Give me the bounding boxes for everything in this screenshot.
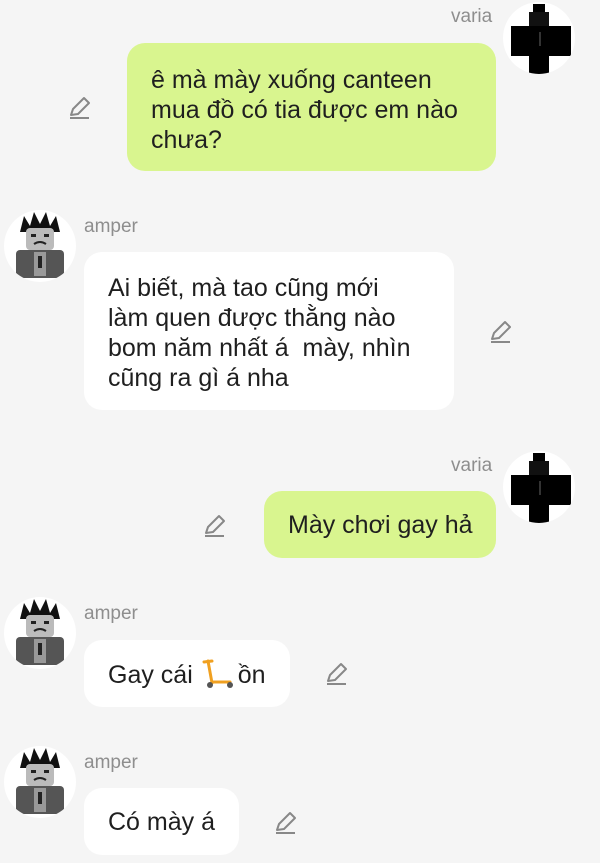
avatar[interactable] xyxy=(503,451,575,523)
sender-name: amper xyxy=(84,216,138,237)
avatar[interactable] xyxy=(503,2,575,74)
avatar-spiky-hair-figure-icon xyxy=(16,748,64,814)
message-text: Ai biết, mà tao cũng mới xyxy=(108,274,379,302)
message-text: bom năm nhất á mày, nhìn xyxy=(108,334,411,362)
pencil-edit-icon[interactable] xyxy=(324,661,350,687)
avatar[interactable] xyxy=(4,597,76,669)
sender-name: amper xyxy=(84,752,138,773)
message-text: ê mà mày xuống canteen xyxy=(151,66,432,94)
avatar-black-figure-icon xyxy=(511,4,571,74)
message-text: Gay cái xyxy=(108,661,200,689)
pencil-edit-icon[interactable] xyxy=(67,95,93,121)
pencil-edit-icon[interactable] xyxy=(273,810,299,836)
avatar-black-figure-icon xyxy=(511,453,571,523)
message-text: ồn xyxy=(237,661,266,689)
kick-scooter-emoji xyxy=(202,659,233,688)
sender-name: varia xyxy=(451,6,493,27)
message-bubble-outgoing[interactable]: ê mà mày xuống canteen mua đồ có tia đượ… xyxy=(127,43,496,171)
message-bubble-outgoing[interactable]: Mày chơi gay hả xyxy=(264,491,496,558)
message-text: Mày chơi gay hả xyxy=(288,511,473,539)
pencil-edit-icon[interactable] xyxy=(202,513,228,539)
message-text: cũng ra gì á nha xyxy=(108,364,289,392)
message-text: Có mày á xyxy=(108,808,215,836)
message-text: mua đồ có tia được em nào xyxy=(151,96,458,124)
message-bubble-incoming[interactable]: Có mày á xyxy=(84,788,239,855)
message-text: làm quen được thằng nào xyxy=(108,304,396,332)
sender-name: varia xyxy=(451,455,493,476)
message-bubble-incoming[interactable]: Gay cái ồn xyxy=(84,640,290,707)
message-bubble-incoming[interactable]: Ai biết, mà tao cũng mới làm quen được t… xyxy=(84,252,454,410)
avatar[interactable] xyxy=(4,746,76,818)
avatar-spiky-hair-figure-icon xyxy=(16,212,64,278)
message-text: chưa? xyxy=(151,126,222,154)
avatar-spiky-hair-figure-icon xyxy=(16,599,64,665)
sender-name: amper xyxy=(84,603,138,624)
avatar[interactable] xyxy=(4,210,76,282)
pencil-edit-icon[interactable] xyxy=(488,319,514,345)
